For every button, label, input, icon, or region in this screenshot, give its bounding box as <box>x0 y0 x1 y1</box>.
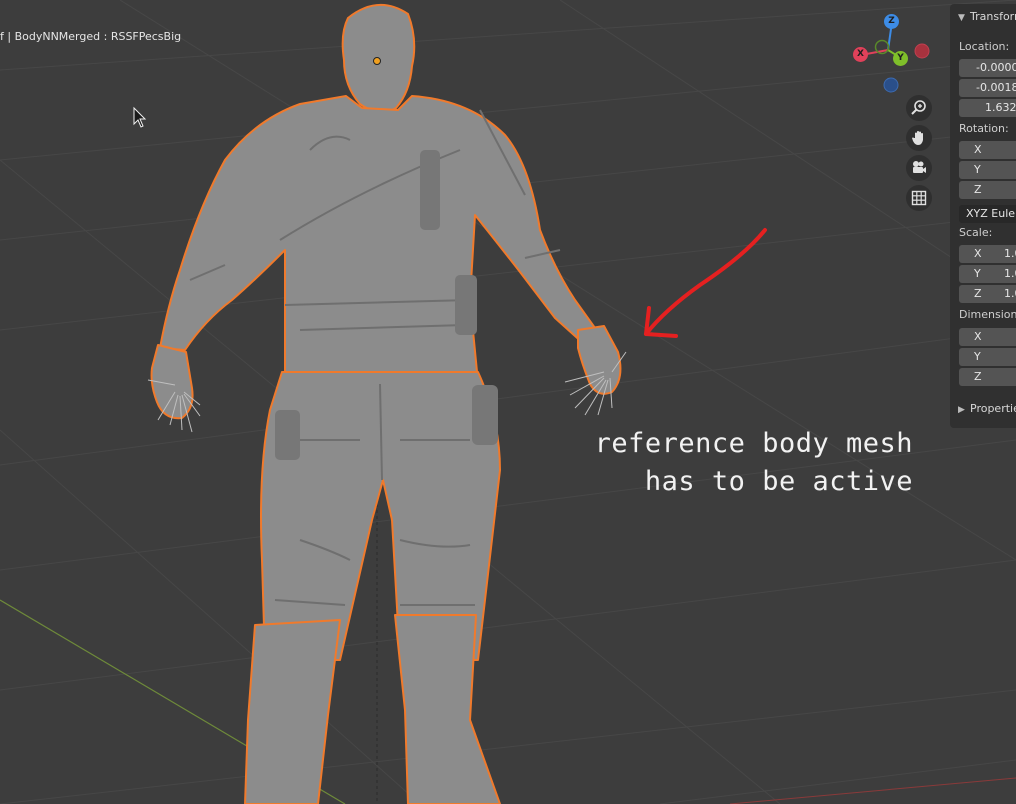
camera-icon <box>913 161 926 173</box>
properties-panel-header[interactable]: ▶ Properties <box>958 402 1016 415</box>
object-info-text: f | BodyNNMerged : RSSFPecsBig <box>0 30 182 43</box>
gizmo-y-button[interactable]: Y <box>893 51 908 66</box>
navigation-gizmo[interactable]: Z X Y <box>850 10 934 94</box>
gizmo-z-button[interactable]: Z <box>884 14 899 29</box>
rotation-label: Rotation: <box>959 122 1009 135</box>
chevron-right-icon: ▶ <box>958 405 965 415</box>
scale-y-value: 1.0 <box>1004 267 1016 280</box>
dimensions-label: Dimensions <box>959 308 1016 321</box>
annotation-note: reference body mesh has to be active <box>540 425 913 501</box>
transform-title: Transform <box>970 10 1016 23</box>
scale-x-axis-label: X <box>974 247 982 260</box>
y-axis-line <box>729 777 1016 804</box>
location-z-field[interactable]: 1.632 <box>959 99 1016 117</box>
zoom-icon <box>911 100 926 115</box>
dimensions-y-field[interactable]: Y <box>959 348 1016 366</box>
scale-z-value: 1.0 <box>1004 287 1016 300</box>
rotation-y-field[interactable]: Y <box>959 161 1016 179</box>
zoom-button[interactable] <box>906 95 932 121</box>
rotation-z-field[interactable]: Z <box>959 181 1016 199</box>
dimensions-x-field[interactable]: X <box>959 328 1016 346</box>
gizmo-x-button[interactable]: X <box>853 47 868 62</box>
3d-viewport[interactable]: f | BodyNNMerged : RSSFPecsBig reference… <box>0 0 1016 804</box>
scale-label: Scale: <box>959 226 993 239</box>
scale-z-field[interactable]: Z 1.0 <box>959 285 1016 303</box>
dimensions-z-axis-label: Z <box>974 370 982 383</box>
transform-panel-header[interactable]: ▼ Transform <box>958 10 1016 23</box>
rotation-x-axis-label: X <box>974 143 982 156</box>
rotation-mode-dropdown[interactable]: XYZ Euler <box>959 205 1016 223</box>
viewport-canvas <box>0 0 1016 804</box>
dimensions-x-axis-label: X <box>974 330 982 343</box>
pan-button[interactable] <box>906 125 932 151</box>
annotation-line-1: reference body mesh <box>594 428 913 459</box>
rotation-mode-value: XYZ Euler <box>966 207 1016 220</box>
rotation-z-axis-label: Z <box>974 183 982 196</box>
location-label: Location: <box>959 40 1010 53</box>
grid-icon <box>911 190 927 206</box>
scale-x-field[interactable]: X 1.0 <box>959 245 1016 263</box>
rotation-x-field[interactable]: X <box>959 141 1016 159</box>
mouse-cursor-icon <box>133 106 147 128</box>
object-origin <box>373 57 381 65</box>
scale-x-value: 1.0 <box>1004 247 1016 260</box>
transform-sidebar: ▼ Transform Location: -0.0000 -0.0018 1.6… <box>950 4 1016 428</box>
location-x-field[interactable]: -0.0000 <box>959 59 1016 77</box>
camera-view-button[interactable] <box>906 155 932 181</box>
character-mesh[interactable] <box>150 3 622 804</box>
chevron-down-icon: ▼ <box>958 13 965 23</box>
location-y-value: -0.0018 <box>976 81 1016 94</box>
scale-z-axis-label: Z <box>974 287 982 300</box>
location-x-value: -0.0000 <box>976 61 1016 74</box>
properties-title: Properties <box>970 402 1016 415</box>
dimensions-z-field[interactable]: Z <box>959 368 1016 386</box>
scale-y-field[interactable]: Y 1.0 <box>959 265 1016 283</box>
floor-grid <box>0 0 1016 804</box>
ortho-toggle-button[interactable] <box>906 185 932 211</box>
location-z-value: 1.632 <box>985 101 1016 114</box>
scale-y-axis-label: Y <box>974 267 981 280</box>
hand-pan-icon <box>912 131 923 145</box>
annotation-line-2: has to be active <box>644 466 913 497</box>
location-y-field[interactable]: -0.0018 <box>959 79 1016 97</box>
rotation-y-axis-label: Y <box>974 163 981 176</box>
dimensions-y-axis-label: Y <box>974 350 981 363</box>
